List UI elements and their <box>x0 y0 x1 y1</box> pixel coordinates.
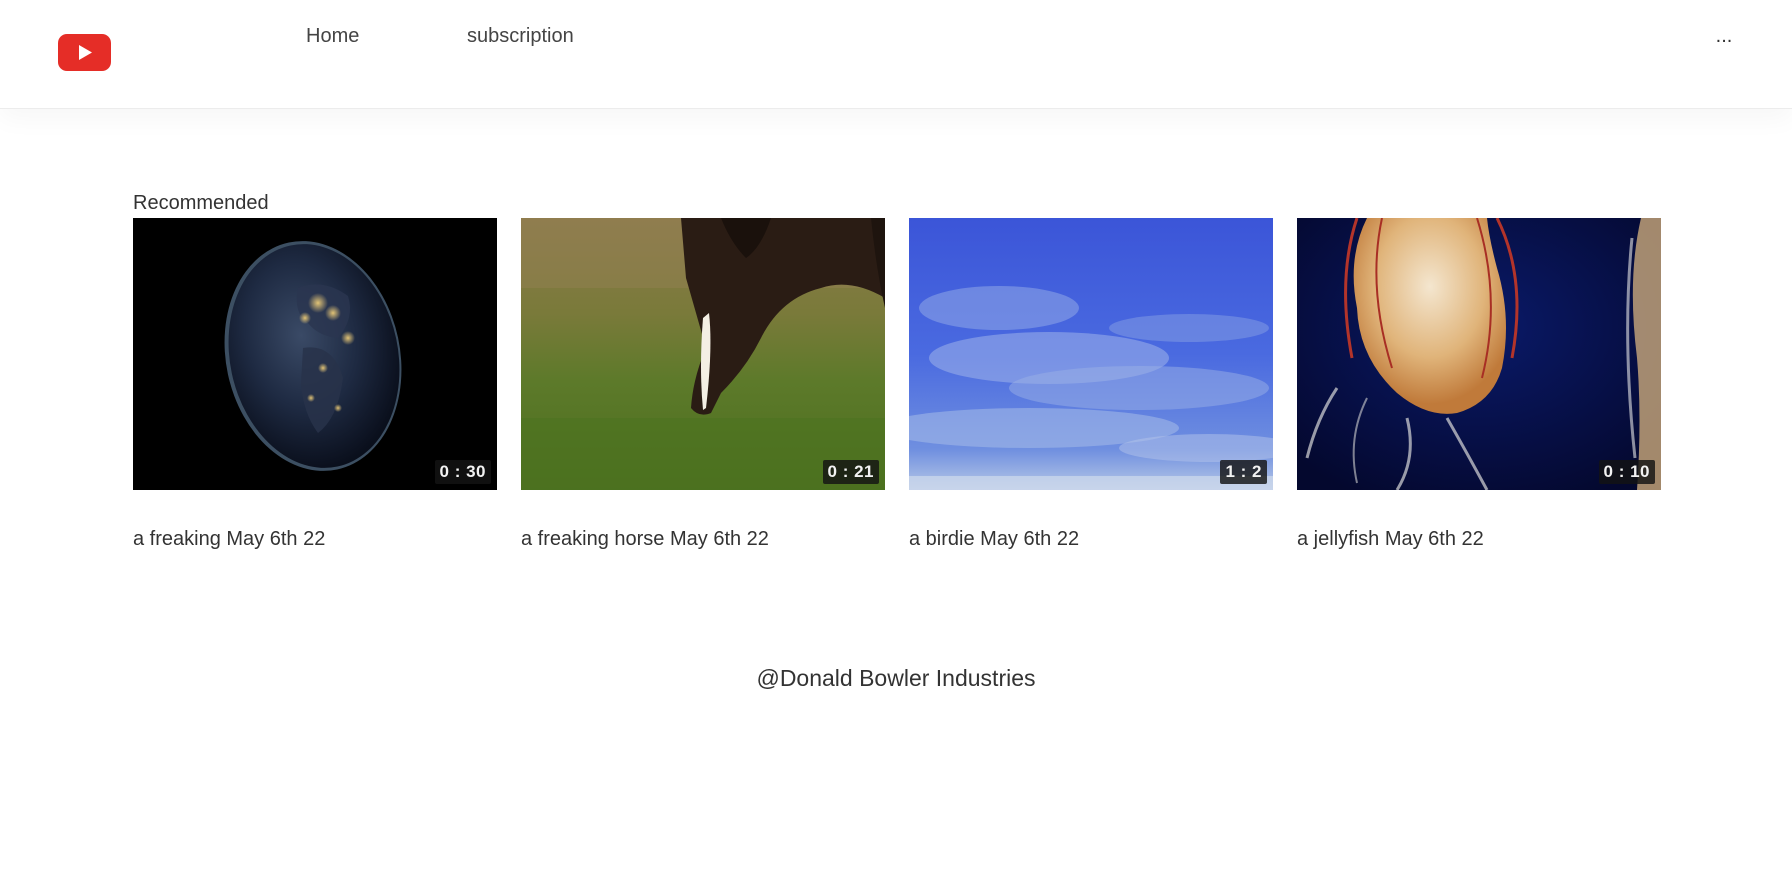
video-title[interactable]: a birdie May 6th 22 <box>909 526 1079 552</box>
recommended-heading: Recommended <box>133 192 269 214</box>
video-card[interactable]: 0 : 10 a jellyfish May 6th 22 <box>1297 218 1661 550</box>
video-thumbnail-sky[interactable]: 1 : 2 <box>909 218 1273 490</box>
video-duration-badge: 0 : 30 <box>434 460 491 484</box>
video-title[interactable]: a freaking horse May 6th 22 <box>521 526 769 552</box>
video-thumbnail-jellyfish[interactable]: 0 : 10 <box>1297 218 1661 490</box>
more-options-icon[interactable]: ... <box>1713 26 1735 46</box>
youtube-logo-icon[interactable] <box>58 34 111 71</box>
video-grid: 0 : 30 a freaking May 6th 22 0: 21 a fr… <box>133 218 1661 558</box>
video-duration-badge: 0 : 10 <box>1598 460 1655 484</box>
video-card[interactable]: 0 : 21 a freaking horse May 6th 22 <box>521 218 885 550</box>
nav-subscription-link[interactable]: subscription <box>467 23 574 49</box>
video-thumbnail-earth[interactable]: 0 : 30 <box>133 218 497 490</box>
video-card[interactable]: 1 : 2 a birdie May 6th 22 <box>909 218 1273 550</box>
footer-copyright: @Donald Bowler Industries <box>756 665 1036 691</box>
video-title[interactable]: a freaking May 6th 22 <box>133 526 325 552</box>
video-duration-badge: 1 : 2 <box>1220 460 1267 484</box>
video-duration-badge: 0 : 21 <box>822 460 879 484</box>
video-card[interactable]: 0 : 30 a freaking May 6th 22 <box>133 218 497 550</box>
nav-home-link[interactable]: Home <box>306 23 359 49</box>
top-header: Home subscription ... <box>0 0 1792 109</box>
video-thumbnail-horse[interactable]: 0 : 21 <box>521 218 885 490</box>
video-title[interactable]: a jellyfish May 6th 22 <box>1297 526 1484 552</box>
